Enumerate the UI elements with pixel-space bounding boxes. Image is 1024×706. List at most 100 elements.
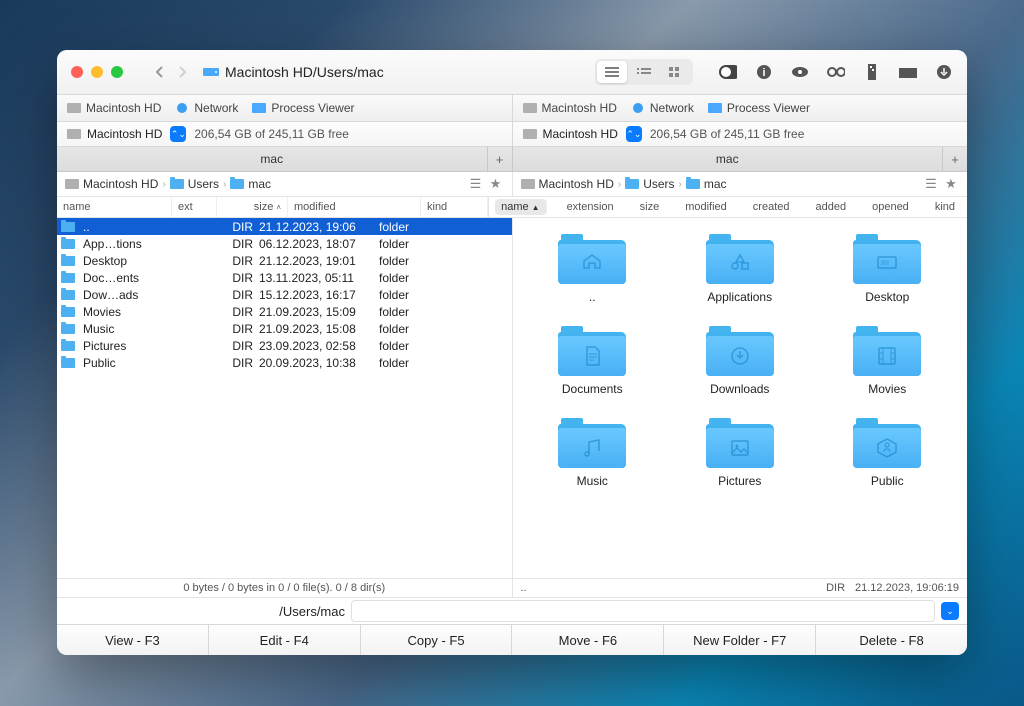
crumb-users-right[interactable]: Users [625,177,674,191]
folder-item[interactable]: Pictures [668,416,812,488]
run-command-button[interactable]: ⌄ [941,602,959,620]
col-name-left[interactable]: name [57,197,172,217]
add-tab-left[interactable]: + [487,147,512,171]
drive-tabs: Macintosh HD Network Process Viewer Maci… [57,95,967,122]
col-opened-right[interactable]: opened [866,197,915,217]
search-icon[interactable] [827,63,845,81]
zoom-window-button[interactable] [111,66,123,78]
crumb-users-left[interactable]: Users [170,177,219,191]
drive-chip-left[interactable]: Macintosh HD [67,127,162,141]
file-row[interactable]: PicturesDIR23.09.2023, 02:58folder [57,337,512,354]
drive-dropdown-right[interactable]: ⌃⌄ [626,126,642,142]
file-row[interactable]: PublicDIR20.09.2023, 10:38folder [57,354,512,371]
drive-icon [203,66,219,78]
file-row[interactable]: Dow…adsDIR15.12.2023, 16:17folder [57,286,512,303]
free-space-left: 206,54 GB of 245,11 GB free [194,127,349,141]
drive-tab-process[interactable]: Process Viewer [252,101,354,115]
window-title-text: Macintosh HD/Users/mac [225,64,384,80]
move-button[interactable]: Move - F6 [512,625,664,655]
titlebar: Macintosh HD/Users/mac i [57,50,967,95]
layout-icon-left[interactable]: ☰ [468,176,484,192]
folder-item[interactable]: Movies [816,324,960,396]
compress-icon[interactable] [863,63,881,81]
col-size-right[interactable]: size [634,197,666,217]
right-status-date: 21.12.2023, 19:06:19 [855,582,959,594]
left-status-text: 0 bytes / 0 bytes in 0 / 0 file(s). 0 / … [65,582,504,594]
forward-button[interactable] [173,63,191,81]
file-row[interactable]: Doc…entsDIR13.11.2023, 05:11folder [57,269,512,286]
pane-body: ..DIR21.12.2023, 19:06folderApp…tionsDIR… [57,218,967,578]
left-pane-tab[interactable]: mac [57,152,487,166]
eject-icon[interactable] [935,63,953,81]
col-name-right[interactable]: name▲ [495,199,546,215]
drive-tab-process-right[interactable]: Process Viewer [708,101,810,115]
col-size-left[interactable]: size˄ [217,197,288,217]
minimize-window-button[interactable] [91,66,103,78]
toolbar-icons: i [719,63,953,81]
info-icon[interactable]: i [755,63,773,81]
view-mode-group [595,59,693,85]
view-list-button[interactable] [597,61,627,83]
favorite-icon-left[interactable]: ★ [488,176,504,192]
file-row[interactable]: App…tionsDIR06.12.2023, 18:07folder [57,235,512,252]
panel-tabs: mac + mac + [57,147,967,172]
toggle-hidden-icon[interactable] [719,63,737,81]
col-modified-left[interactable]: modified [288,197,421,217]
col-extension-right[interactable]: extension [561,197,620,217]
drive-tab-network-right[interactable]: Network [631,101,694,115]
folder-item[interactable]: Music [521,416,665,488]
window-controls [71,66,123,78]
col-added-right[interactable]: added [810,197,853,217]
right-status-dir: DIR [826,582,845,594]
col-modified-right[interactable]: modified [679,197,733,217]
col-kind-right[interactable]: kind [929,197,961,217]
back-button[interactable] [151,63,169,81]
folder-item[interactable]: Desktop [816,232,960,304]
view-columns-button[interactable] [629,61,659,83]
free-space-right: 206,54 GB of 245,11 GB free [650,127,805,141]
right-pane-tab[interactable]: mac [513,152,943,166]
drive-tab-macintosh-right[interactable]: Macintosh HD [523,101,617,115]
favorite-icon-right[interactable]: ★ [943,176,959,192]
drive-tab-network[interactable]: Network [175,101,238,115]
right-icon-grid[interactable]: ..ApplicationsDesktop DocumentsDownloadsM… [513,218,968,578]
folder-item[interactable]: Documents [521,324,665,396]
command-input[interactable] [351,600,935,622]
copy-button[interactable]: Copy - F5 [361,625,513,655]
new-folder-button[interactable]: New Folder - F7 [664,625,816,655]
crumb-mac-right[interactable]: mac [686,177,727,191]
crumb-drive-right[interactable]: Macintosh HD [521,177,614,191]
view-icons-button[interactable] [661,61,691,83]
left-headers: name ext size˄ modified kind [57,197,489,217]
view-button[interactable]: View - F3 [57,625,209,655]
layout-icon-right[interactable]: ☰ [923,176,939,192]
add-tab-right[interactable]: + [942,147,967,171]
navigation-arrows [151,63,191,81]
folder-item[interactable]: Public [816,416,960,488]
delete-button[interactable]: Delete - F8 [816,625,967,655]
crumb-drive-left[interactable]: Macintosh HD [65,177,158,191]
preview-icon[interactable] [791,63,809,81]
close-window-button[interactable] [71,66,83,78]
drive-tab-macintosh[interactable]: Macintosh HD [67,101,161,115]
file-row[interactable]: ..DIR21.12.2023, 19:06folder [57,218,512,235]
left-file-list[interactable]: ..DIR21.12.2023, 19:06folderApp…tionsDIR… [57,218,513,578]
folder-item[interactable]: .. [521,232,665,304]
folder-item[interactable]: Downloads [668,324,812,396]
status-bar: 0 bytes / 0 bytes in 0 / 0 file(s). 0 / … [57,578,967,597]
folder-item[interactable]: Applications [668,232,812,304]
sync-icon[interactable] [899,63,917,81]
file-row[interactable]: MusicDIR21.09.2023, 15:08folder [57,320,512,337]
col-kind-left[interactable]: kind [421,197,488,217]
col-ext-left[interactable]: ext [172,197,217,217]
file-row[interactable]: DesktopDIR21.12.2023, 19:01folder [57,252,512,269]
file-row[interactable]: MoviesDIR21.09.2023, 15:09folder [57,303,512,320]
crumb-mac-left[interactable]: mac [230,177,271,191]
window-title: Macintosh HD/Users/mac [203,64,384,80]
col-created-right[interactable]: created [747,197,796,217]
file-manager-window: Macintosh HD/Users/mac i Macintosh HD Ne… [57,50,967,655]
current-path: /Users/mac [65,604,345,619]
drive-chip-right[interactable]: Macintosh HD [523,127,618,141]
drive-dropdown-left[interactable]: ⌃⌄ [170,126,186,142]
edit-button[interactable]: Edit - F4 [209,625,361,655]
